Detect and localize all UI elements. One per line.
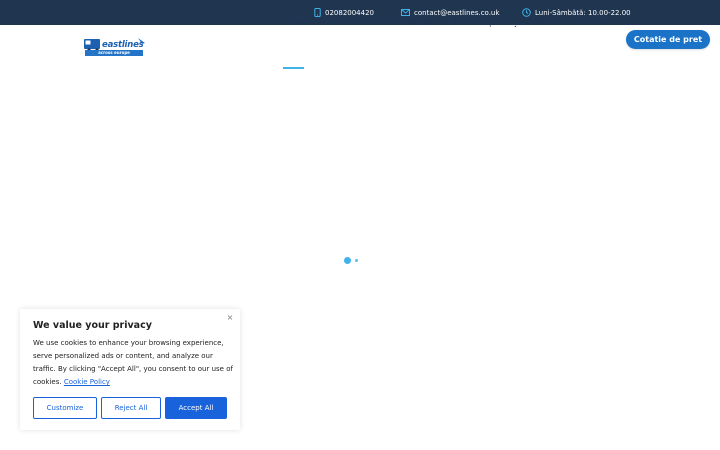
nav-services-prices[interactable]: Servicii și Prețuri: [452, 0, 530, 45]
nav-useful[interactable]: Utile: [536, 0, 557, 45]
accept-all-button[interactable]: Accept All: [165, 397, 227, 419]
cookie-consent-banner: We value your privacy × We use cookies t…: [20, 309, 240, 430]
nav-order[interactable]: Comanda: [394, 0, 436, 45]
nav-contact[interactable]: Contact: [578, 0, 613, 45]
phone-icon: [314, 8, 321, 17]
loading-spinner-dot: [344, 257, 351, 264]
site-logo[interactable]: eastlines across europe: [82, 36, 146, 58]
cookie-title: We value your privacy: [33, 320, 152, 331]
customize-button[interactable]: Customize: [33, 397, 97, 419]
logo-wordmark: eastlines: [102, 40, 144, 50]
cookie-policy-link[interactable]: Cookie Policy: [64, 378, 110, 386]
close-icon[interactable]: ×: [225, 313, 235, 323]
nav-home[interactable]: Acasă: [283, 0, 310, 45]
loading-spinner-dot: [355, 259, 358, 262]
cookie-description: We use cookies to enhance your browsing …: [33, 337, 233, 389]
reject-all-button[interactable]: Reject All: [101, 397, 161, 419]
logo-tagline: across europe: [85, 50, 143, 56]
nav-my-account[interactable]: Contul meu: [330, 0, 382, 45]
active-nav-indicator: [283, 67, 304, 69]
price-quote-button[interactable]: Cotatie de pret: [626, 30, 710, 49]
